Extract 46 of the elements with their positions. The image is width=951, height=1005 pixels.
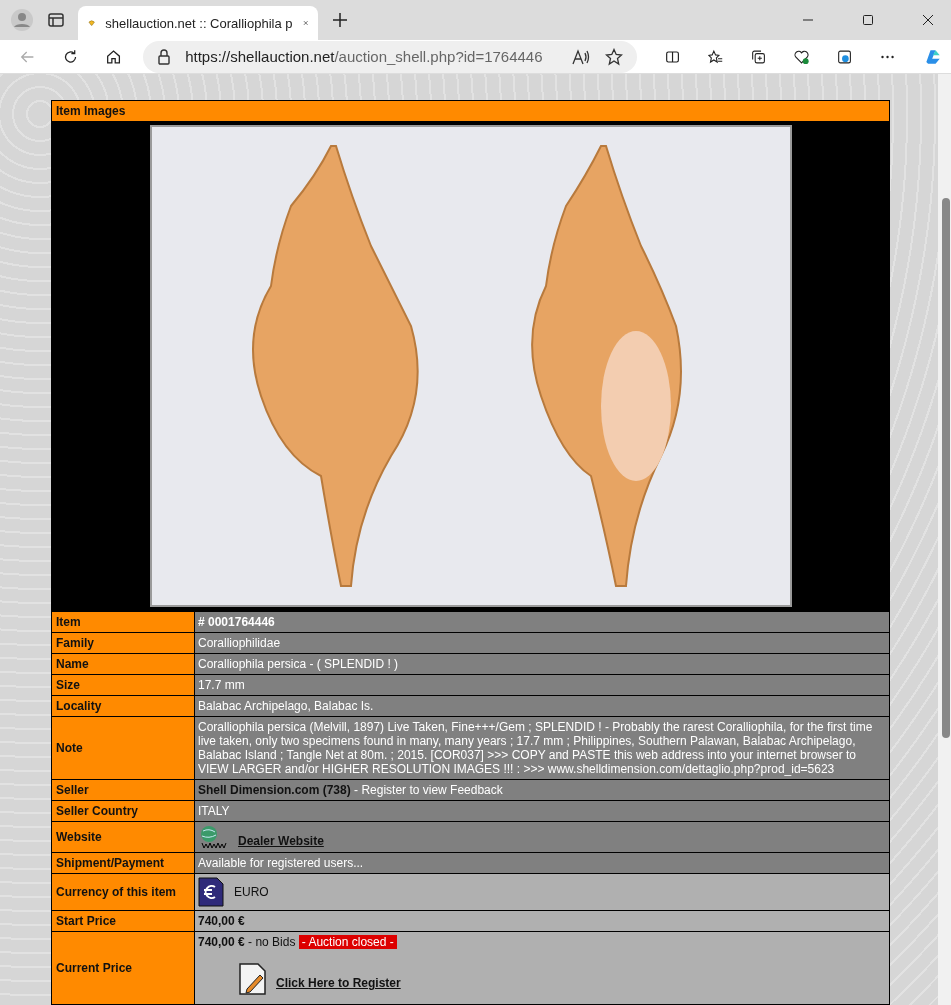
new-tab-icon[interactable] — [332, 12, 348, 28]
globe-icon — [198, 825, 228, 849]
status-badge: - Auction closed - — [298, 935, 397, 949]
field-label: Item — [52, 612, 195, 632]
field-label: Seller Country — [52, 801, 195, 821]
field-value: Coralliophila persica (Melvill, 1897) Live Taken, Fine+++/Gem ; SPLENDID ! - Probably the rarest Coralliophila, for the first time live taken, only two specimens found in many, many years ; 17.7 mm ; Philippines, Southern Palawan, Balabac Archipelago, Balabac Island ; Tangle Net at 80m. ; 2015. [COR037] >>> COPY and PASTE this web address into your internet browser to VIEW LARGER and/or HIGHER RESOLUTION IMAGES !!! : >>> www.shelldimension.com/dettaglio.php?prod_id=5623 — [198, 720, 873, 776]
bids-count: - no Bids — [247, 935, 297, 949]
collections-icon[interactable] — [750, 47, 766, 66]
seller-name: Shell Dimension.com (738) — [198, 783, 351, 797]
currency-value: EURO — [234, 885, 269, 899]
maximize-icon[interactable] — [862, 14, 874, 26]
sidebar-icon[interactable] — [48, 12, 64, 28]
field-label: Website — [52, 822, 195, 852]
register-link[interactable]: Click Here to Register — [276, 976, 401, 990]
browser-tab[interactable]: shellauction.net :: Coralliophila p — [78, 6, 318, 40]
document-pencil-icon — [238, 963, 268, 995]
favorites-icon[interactable] — [707, 47, 723, 66]
scrollbar[interactable] — [938, 74, 951, 1005]
dealer-website-link[interactable]: Dealer Website — [238, 834, 324, 848]
read-aloud-icon[interactable] — [570, 47, 591, 66]
field-label: Currency of this item — [52, 874, 195, 910]
field-value: Coralliophilidae — [198, 636, 281, 650]
address-bar[interactable]: https://shellauction.net/auction_shell.php?id=1764446 — [143, 40, 637, 73]
field-label: Note — [52, 717, 195, 779]
euro-icon — [198, 877, 224, 907]
field-label: Locality — [52, 696, 195, 716]
profile-icon[interactable] — [10, 8, 34, 32]
field-label: Current Price — [52, 932, 195, 1004]
lock-icon — [157, 48, 172, 65]
field-value: 17.7 mm — [198, 678, 245, 692]
field-label: Family — [52, 633, 195, 653]
field-label: Size — [52, 675, 195, 695]
section-header: Item Images — [52, 101, 889, 121]
close-icon[interactable] — [922, 14, 934, 26]
seller-note: - Register to view Feedback — [353, 783, 503, 797]
field-value: ITALY — [198, 804, 230, 818]
field-value: 740,00 € — [198, 914, 245, 928]
star-icon[interactable] — [604, 47, 623, 66]
field-label: Name — [52, 654, 195, 674]
field-value: # 0001764446 — [198, 615, 275, 629]
home-icon[interactable] — [106, 47, 122, 66]
field-label: Shipment/Payment — [52, 853, 195, 873]
field-label: Start Price — [52, 911, 195, 931]
refresh-icon[interactable] — [63, 47, 79, 66]
current-price-value: 740,00 € — [198, 935, 245, 949]
field-label: Seller — [52, 780, 195, 800]
